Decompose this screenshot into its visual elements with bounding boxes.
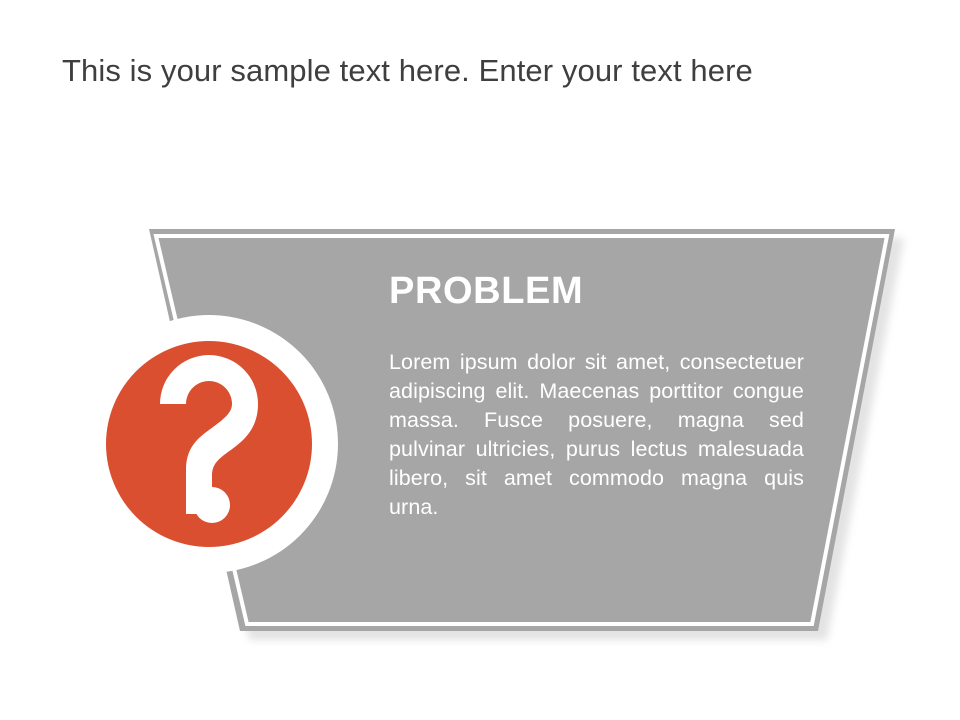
- panel-body-text: Lorem ipsum dolor sit amet, consectetuer…: [389, 349, 804, 519]
- panel-text-block: PROBLEM Lorem ipsum dolor sit amet, cons…: [389, 270, 804, 522]
- slide-canvas: This is your sample text here. Enter you…: [0, 0, 960, 720]
- panel-heading: PROBLEM: [389, 270, 584, 312]
